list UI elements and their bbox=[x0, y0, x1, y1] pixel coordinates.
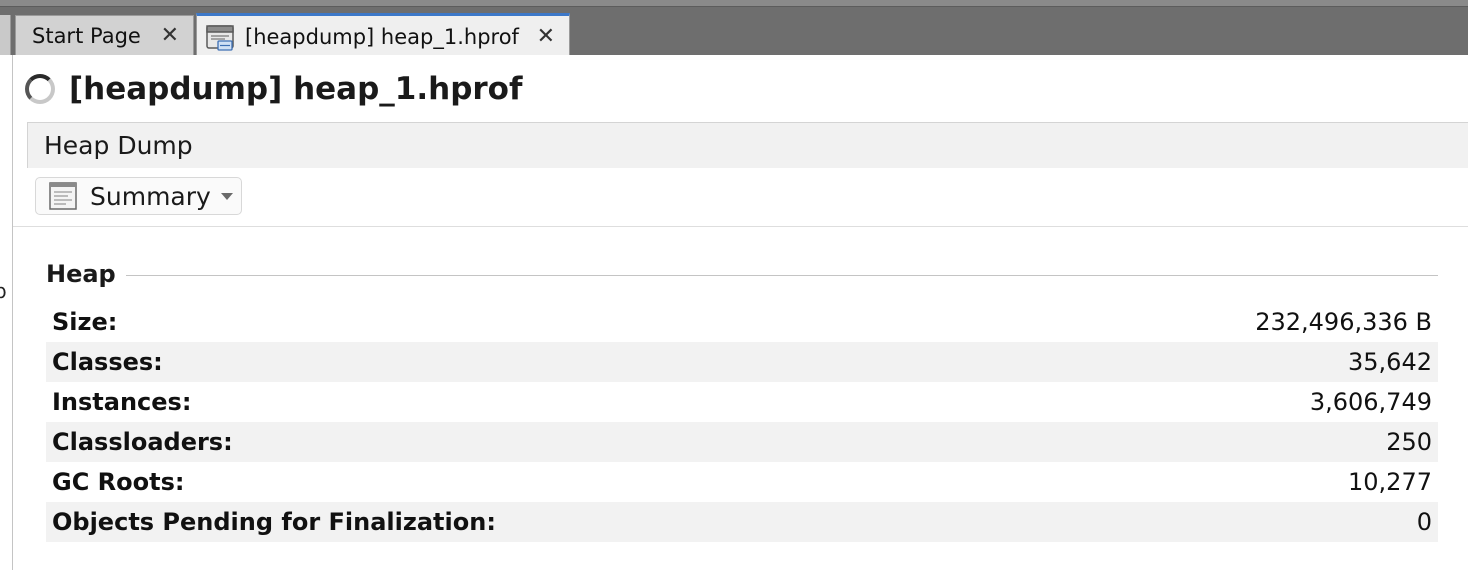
stat-value: 35,642 bbox=[1348, 348, 1432, 376]
heap-section-header: Heap bbox=[46, 259, 1438, 289]
stat-row-size: Size: 232,496,336 B bbox=[46, 302, 1438, 342]
stat-value: 3,606,749 bbox=[1309, 388, 1432, 416]
heap-section-title: Heap bbox=[46, 260, 116, 288]
document-title-row: [heapdump] heap_1.hprof bbox=[25, 69, 522, 109]
left-edge-glyph: p bbox=[0, 279, 7, 303]
stat-row-pending-finalization: Objects Pending for Finalization: 0 bbox=[46, 502, 1438, 542]
stat-label: GC Roots: bbox=[52, 468, 185, 496]
tab-start-page-label: Start Page bbox=[32, 23, 141, 48]
stat-label: Classloaders: bbox=[52, 428, 233, 456]
close-icon[interactable]: ✕ bbox=[537, 25, 555, 48]
heap-dump-label: Heap Dump bbox=[44, 131, 193, 160]
heap-dump-section-bar: Heap Dump bbox=[27, 122, 1468, 168]
left-side-panel-edge[interactable]: p bbox=[0, 55, 13, 570]
stat-row-gc-roots: GC Roots: 10,277 bbox=[46, 462, 1438, 502]
stat-row-instances: Instances: 3,606,749 bbox=[46, 382, 1438, 422]
divider bbox=[13, 226, 1468, 227]
chevron-down-icon bbox=[221, 193, 233, 200]
summary-page-icon bbox=[48, 181, 78, 211]
tab-heapdump[interactable]: [heapdump] heap_1.hprof ✕ bbox=[196, 13, 570, 57]
view-selector-value: Summary bbox=[90, 181, 211, 211]
editor-tab-bar: Start Page ✕ [heapdump] heap_1.hprof ✕ bbox=[0, 7, 1468, 57]
stat-value: 232,496,336 B bbox=[1255, 308, 1432, 336]
close-icon[interactable]: ✕ bbox=[161, 24, 179, 47]
heap-stats-table: Size: 232,496,336 B Classes: 35,642 Inst… bbox=[46, 302, 1438, 542]
heapdump-view: [heapdump] heap_1.hprof Heap Dump Summar… bbox=[13, 55, 1468, 570]
tab-heapdump-label: [heapdump] heap_1.hprof bbox=[245, 24, 519, 49]
heapdump-file-icon bbox=[205, 22, 235, 52]
view-selector-dropdown[interactable]: Summary bbox=[35, 177, 242, 215]
stat-value: 0 bbox=[1416, 508, 1432, 536]
hidden-tab-stub[interactable] bbox=[0, 15, 11, 55]
stat-value: 250 bbox=[1386, 428, 1432, 456]
heap-section-rule bbox=[125, 274, 1438, 276]
stat-label: Size: bbox=[52, 308, 118, 336]
stat-label: Objects Pending for Finalization: bbox=[52, 508, 496, 536]
stat-row-classloaders: Classloaders: 250 bbox=[46, 422, 1438, 462]
loading-spinner-icon bbox=[25, 74, 55, 104]
page-title: [heapdump] heap_1.hprof bbox=[69, 71, 523, 107]
stat-value: 10,277 bbox=[1348, 468, 1432, 496]
stat-label: Classes: bbox=[52, 348, 163, 376]
stat-row-classes: Classes: 35,642 bbox=[46, 342, 1438, 382]
stat-label: Instances: bbox=[52, 388, 192, 416]
tab-start-page[interactable]: Start Page ✕ bbox=[15, 15, 194, 55]
